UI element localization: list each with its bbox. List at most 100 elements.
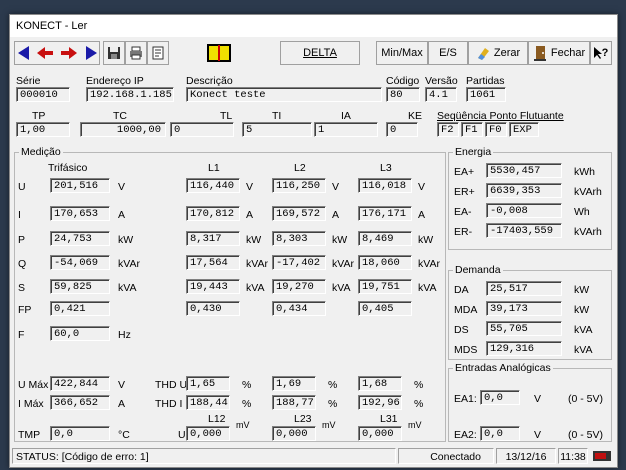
tmp-field[interactable]: 0,0 bbox=[50, 426, 110, 441]
help-button[interactable]: ? bbox=[590, 41, 612, 65]
seq-f1[interactable]: F1 bbox=[461, 122, 483, 137]
energia-row-label: EA+ bbox=[454, 166, 475, 178]
tri-value-field[interactable]: 0,421 bbox=[50, 301, 110, 316]
ia-field[interactable]: 1 bbox=[314, 122, 378, 137]
demanda-row-label: DS bbox=[454, 324, 469, 336]
seq-f2[interactable]: F2 bbox=[437, 122, 459, 137]
thdu-field[interactable]: 1,68 bbox=[358, 376, 402, 391]
thdu-field[interactable]: 1,69 bbox=[272, 376, 316, 391]
partidas-field[interactable]: 1061 bbox=[466, 87, 506, 102]
demanda-unit: kVA bbox=[574, 344, 593, 356]
desc-field[interactable]: Konect teste bbox=[186, 87, 382, 102]
l1-value-field[interactable]: 116,440 bbox=[186, 178, 240, 193]
l2-value-field[interactable]: 8,303 bbox=[272, 231, 326, 246]
ke-field[interactable]: 0 bbox=[386, 122, 418, 137]
tri-value-field[interactable]: -54,069 bbox=[50, 255, 110, 270]
partidas-label: Partidas bbox=[466, 75, 505, 87]
l3-value-field[interactable]: 0,405 bbox=[358, 301, 412, 316]
thdi-field[interactable]: 188,77 bbox=[272, 395, 316, 410]
imax-unit: A bbox=[118, 398, 126, 410]
demanda-value-field[interactable]: 39,173 bbox=[486, 301, 562, 316]
entrada-value-field[interactable]: 0,0 bbox=[480, 390, 520, 405]
umax-field[interactable]: 422,844 bbox=[50, 376, 110, 391]
energia-value-field[interactable]: 6639,353 bbox=[486, 183, 562, 198]
mv-field[interactable]: 0,000 bbox=[186, 426, 230, 441]
l3-unit: A bbox=[418, 209, 426, 221]
l2-unit: kW bbox=[332, 234, 348, 246]
tl-label: TL bbox=[220, 110, 233, 122]
ti-label: TI bbox=[272, 110, 282, 122]
energia-row-label: EA- bbox=[454, 206, 472, 218]
l1-unit: V bbox=[246, 181, 254, 193]
demanda-value-field[interactable]: 55,705 bbox=[486, 321, 562, 336]
mv-field[interactable]: 0,000 bbox=[272, 426, 316, 441]
energia-value-field[interactable]: 5530,457 bbox=[486, 163, 562, 178]
tri-value-field[interactable]: 24,753 bbox=[50, 231, 110, 246]
fechar-button[interactable]: Fechar bbox=[528, 41, 590, 65]
print-button[interactable] bbox=[125, 41, 147, 65]
row-label: S bbox=[18, 282, 26, 294]
demanda-value-field[interactable]: 25,517 bbox=[486, 281, 562, 296]
l1-value-field[interactable]: 170,812 bbox=[186, 206, 240, 221]
codigo-field[interactable]: 80 bbox=[386, 87, 420, 102]
l3-value-field[interactable]: 176,171 bbox=[358, 206, 412, 221]
versao-field[interactable]: 4.1 bbox=[425, 87, 457, 102]
l2-value-field[interactable]: 0,434 bbox=[272, 301, 326, 316]
l3-value-field[interactable]: 8,469 bbox=[358, 231, 412, 246]
delta-button[interactable]: DELTA bbox=[280, 41, 360, 65]
imax-field[interactable]: 366,652 bbox=[50, 395, 110, 410]
serie-field[interactable]: 000010 bbox=[16, 87, 70, 102]
l2-value-field[interactable]: -17,402 bbox=[272, 255, 326, 270]
l1-value-field[interactable]: 17,564 bbox=[186, 255, 240, 270]
tri-value-field[interactable]: 170,653 bbox=[50, 206, 110, 221]
umax-label: U Máx bbox=[18, 379, 49, 391]
row-label: FP bbox=[18, 304, 32, 316]
l1-value-field[interactable]: 8,317 bbox=[186, 231, 240, 246]
energia-value-field[interactable]: -17403,559 bbox=[486, 223, 562, 238]
l1-value-field[interactable]: 19,443 bbox=[186, 279, 240, 294]
tp-field[interactable]: 1,00 bbox=[16, 122, 70, 137]
l2-unit: kVAr bbox=[332, 258, 354, 270]
demanda-unit: kW bbox=[574, 304, 590, 316]
seq-f0[interactable]: F0 bbox=[485, 122, 507, 137]
demanda-value-field[interactable]: 129,316 bbox=[486, 341, 562, 356]
thdi-field[interactable]: 192,96 bbox=[358, 395, 402, 410]
entrada-value-field[interactable]: 0,0 bbox=[480, 426, 520, 441]
entradas-title: Entradas Analógicas bbox=[453, 362, 553, 374]
minmax-button[interactable]: Min/Max bbox=[376, 41, 428, 65]
l3-value-field[interactable]: 116,018 bbox=[358, 178, 412, 193]
es-button[interactable]: E/S bbox=[428, 41, 468, 65]
tri-value-field[interactable]: 60,0 bbox=[50, 326, 110, 341]
tri-unit: V bbox=[118, 181, 126, 193]
book-button[interactable] bbox=[204, 41, 234, 65]
entrada-range: (0 - 5V) bbox=[568, 393, 604, 405]
report-button[interactable] bbox=[147, 41, 169, 65]
zerar-button[interactable]: Zerar bbox=[468, 41, 528, 65]
tc-field[interactable]: 1000,00 bbox=[80, 122, 166, 137]
l23-label: L23 bbox=[294, 413, 312, 425]
serie-label: Série bbox=[16, 75, 41, 87]
tc-label: TC bbox=[113, 110, 127, 122]
l3-value-field[interactable]: 19,751 bbox=[358, 279, 412, 294]
seq-exp[interactable]: EXP bbox=[509, 122, 539, 137]
save-button[interactable] bbox=[103, 41, 125, 65]
nav-arrows-icon bbox=[18, 46, 97, 60]
l1-value-field[interactable]: 0,430 bbox=[186, 301, 240, 316]
ip-field[interactable]: 192.168.1.185 bbox=[86, 87, 174, 102]
l2-value-field[interactable]: 169,572 bbox=[272, 206, 326, 221]
energia-value-field[interactable]: -0,008 bbox=[486, 203, 562, 218]
eraser-icon bbox=[477, 48, 489, 60]
thdu-field[interactable]: 1,65 bbox=[186, 376, 230, 391]
l2-value-field[interactable]: 19,270 bbox=[272, 279, 326, 294]
ti-field[interactable]: 5 bbox=[242, 122, 312, 137]
tri-value-field[interactable]: 201,516 bbox=[50, 178, 110, 193]
percent-unit: % bbox=[414, 379, 424, 391]
tl-field[interactable]: 0 bbox=[170, 122, 234, 137]
l2-value-field[interactable]: 116,250 bbox=[272, 178, 326, 193]
mv-field[interactable]: 0,000 bbox=[358, 426, 402, 441]
l3-value-field[interactable]: 18,060 bbox=[358, 255, 412, 270]
tri-value-field[interactable]: 59,825 bbox=[50, 279, 110, 294]
thdi-field[interactable]: 188,44 bbox=[186, 395, 230, 410]
entrada-unit: V bbox=[534, 429, 542, 441]
l3-unit: kVA bbox=[418, 282, 437, 294]
